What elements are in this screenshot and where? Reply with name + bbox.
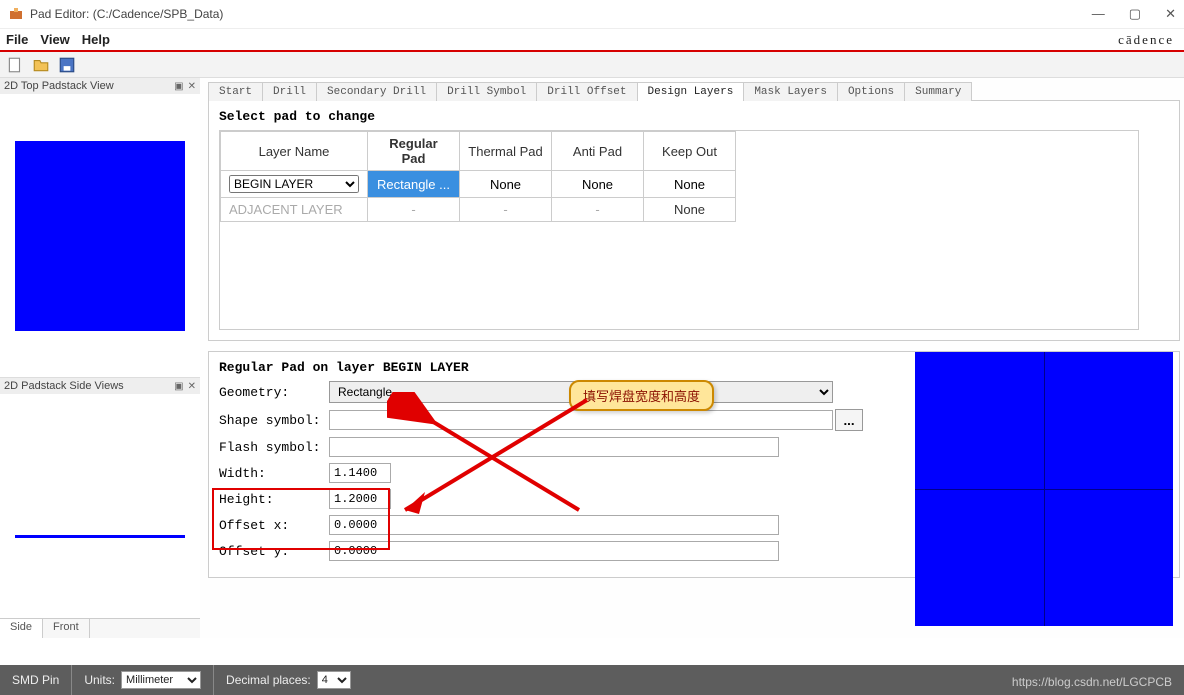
offset-y-input[interactable] (329, 541, 779, 561)
tab-design-layers[interactable]: Design Layers (637, 82, 745, 101)
watermark: https://blog.csdn.net/LGCPCB (1012, 675, 1172, 689)
sidetab-front[interactable]: Front (43, 619, 90, 638)
close-panel-icon[interactable]: ✕ (188, 381, 196, 392)
label-flash-symbol: Flash symbol: (219, 440, 329, 455)
layer-adjacent[interactable]: ADJACENT LAYER (221, 198, 368, 222)
open-folder-icon[interactable] (32, 56, 50, 74)
pad-table: Layer Name Regular Pad Thermal Pad Anti … (219, 130, 1139, 330)
select-pad-group: Select pad to change Layer Name Regular … (208, 100, 1180, 341)
label-offset-y: Offset y: (219, 544, 329, 559)
window-titlebar: Pad Editor: (C:/Cadence/SPB_Data) — ▢ ✕ (0, 0, 1184, 28)
layer-select-begin[interactable]: BEGIN LAYER (229, 175, 359, 193)
label-height: Height: (219, 492, 329, 507)
cell-anti-begin[interactable]: None (552, 171, 644, 198)
cell-thermal-begin[interactable]: None (460, 171, 552, 198)
panel-top-title: 2D Top Padstack View ▣ ✕ (0, 78, 200, 94)
table-row: BEGIN LAYER Rectangle ... None None None (221, 171, 736, 198)
cell-keepout-begin[interactable]: None (644, 171, 736, 198)
units-select[interactable]: Millimeter (121, 671, 201, 689)
app-icon (8, 6, 24, 22)
main-tabs: Start Drill Secondary Drill Drill Symbol… (208, 82, 1180, 101)
minimize-button[interactable]: — (1092, 6, 1105, 22)
top-padstack-view[interactable] (0, 94, 200, 377)
shape-browse-button[interactable]: ... (835, 409, 863, 431)
flash-symbol-input[interactable] (329, 437, 779, 457)
cell-regular-begin[interactable]: Rectangle ... (368, 171, 460, 198)
close-button[interactable]: ✕ (1165, 6, 1176, 22)
table-row: ADJACENT LAYER - - - None (221, 198, 736, 222)
sidetab-side[interactable]: Side (0, 619, 43, 638)
menu-view[interactable]: View (40, 32, 69, 47)
width-input[interactable] (329, 463, 391, 483)
close-panel-icon[interactable]: ✕ (188, 81, 196, 92)
window-title: Pad Editor: (C:/Cadence/SPB_Data) (30, 7, 1092, 21)
col-layer-name: Layer Name (221, 132, 368, 171)
side-padstack-view[interactable] (0, 394, 200, 618)
undock-icon[interactable]: ▣ (174, 381, 183, 392)
col-keep-out[interactable]: Keep Out (644, 132, 736, 171)
main-area: Start Drill Secondary Drill Drill Symbol… (200, 78, 1184, 638)
pad-preview-2d (15, 141, 185, 331)
tab-secondary-drill[interactable]: Secondary Drill (316, 82, 437, 101)
label-shape-symbol: Shape symbol: (219, 413, 329, 428)
col-thermal-pad[interactable]: Thermal Pad (460, 132, 552, 171)
tab-summary[interactable]: Summary (904, 82, 972, 101)
brand-logo: cādence (1118, 32, 1174, 48)
sidebar: 2D Top Padstack View ▣ ✕ 2D Padstack Sid… (0, 78, 200, 638)
label-offset-x: Offset x: (219, 518, 329, 533)
menubar: File View Help (0, 28, 1184, 50)
tab-drill-symbol[interactable]: Drill Symbol (436, 82, 537, 101)
regular-pad-group: Regular Pad on layer BEGIN LAYER Geometr… (208, 351, 1180, 578)
statusbar: SMD Pin Units: Millimeter Decimal places… (0, 665, 1184, 695)
tab-drill-offset[interactable]: Drill Offset (536, 82, 637, 101)
tab-drill[interactable]: Drill (262, 82, 317, 101)
annotation-callout: 填写焊盘宽度和高度 (569, 380, 714, 411)
height-input[interactable] (329, 489, 391, 509)
panel-side-title: 2D Padstack Side Views ▣ ✕ (0, 378, 200, 394)
tab-mask-layers[interactable]: Mask Layers (743, 82, 838, 101)
label-width: Width: (219, 466, 329, 481)
shape-symbol-input[interactable] (329, 410, 833, 430)
label-geometry: Geometry: (219, 385, 329, 400)
select-pad-title: Select pad to change (219, 109, 1169, 124)
menu-help[interactable]: Help (82, 32, 110, 47)
save-icon[interactable] (58, 56, 76, 74)
col-regular-pad[interactable]: Regular Pad (368, 132, 460, 171)
offset-x-input[interactable] (329, 515, 779, 535)
new-file-icon[interactable] (6, 56, 24, 74)
status-units-label: Units: (84, 673, 115, 687)
undock-icon[interactable]: ▣ (174, 81, 183, 92)
toolbar (0, 52, 1184, 78)
pad-side-line (15, 535, 185, 538)
status-decimal-label: Decimal places: (226, 673, 311, 687)
decimal-select[interactable]: 4 (317, 671, 351, 689)
status-smd: SMD Pin (0, 665, 71, 695)
tab-start[interactable]: Start (208, 82, 263, 101)
tab-options[interactable]: Options (837, 82, 905, 101)
pad-layer-preview[interactable] (915, 352, 1173, 626)
menu-file[interactable]: File (6, 32, 28, 47)
col-anti-pad[interactable]: Anti Pad (552, 132, 644, 171)
maximize-button[interactable]: ▢ (1129, 6, 1141, 22)
